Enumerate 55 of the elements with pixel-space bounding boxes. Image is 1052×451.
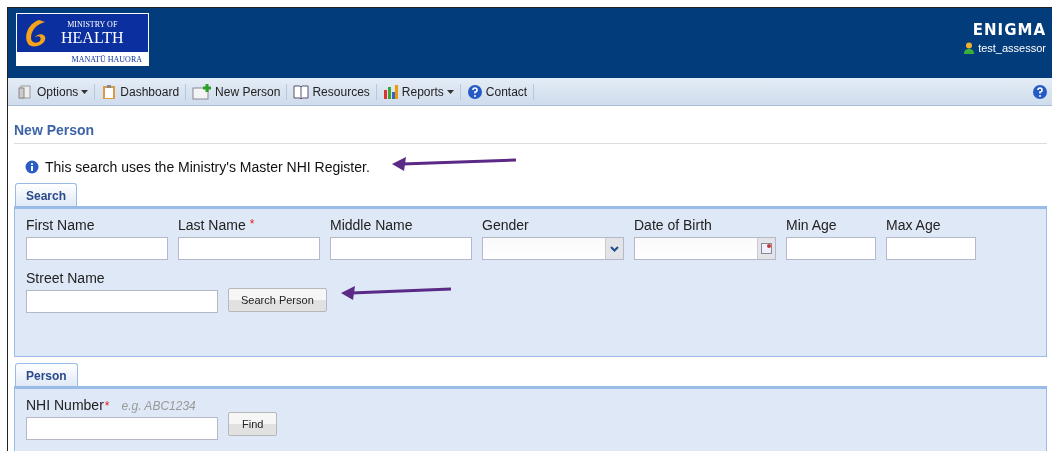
gender-select[interactable]	[482, 237, 624, 260]
toolbar-label: Resources	[312, 84, 370, 99]
bar-chart-icon	[382, 83, 399, 100]
chevron-down-icon	[610, 245, 619, 252]
user-icon	[964, 42, 975, 54]
field-label: Last Name	[178, 217, 246, 233]
required-mark: *	[104, 399, 110, 413]
toolbar-button[interactable]: Dashboard	[95, 83, 187, 100]
field-label: NHI Number	[26, 397, 104, 413]
text-field[interactable]	[26, 237, 168, 260]
text-field[interactable]	[886, 237, 976, 260]
text-field[interactable]	[330, 237, 472, 260]
add-card-icon	[192, 83, 213, 100]
toolbar-button[interactable]: Contact	[460, 83, 535, 100]
field-label: Min Age	[786, 217, 837, 233]
text-field[interactable]	[26, 290, 218, 313]
toolbar-button[interactable]: Reports	[376, 83, 461, 100]
help-icon	[466, 83, 483, 100]
person-tab[interactable]: Person	[15, 363, 78, 386]
text-field[interactable]	[178, 237, 320, 260]
toolbar-label: Reports	[401, 84, 444, 99]
username[interactable]: test_assessor	[978, 42, 1046, 54]
page-title: New Person	[14, 106, 1047, 144]
field-label: Max Age	[886, 217, 941, 233]
logo-text: HEALTH	[61, 30, 124, 46]
toolbar-button[interactable]: New Person	[186, 83, 288, 100]
search-tab[interactable]: Search	[15, 183, 78, 206]
book-icon	[293, 83, 310, 100]
field-label: Gender	[482, 217, 529, 233]
field-label: Middle Name	[330, 217, 413, 233]
field-label: Date of Birth	[634, 217, 712, 233]
date-field[interactable]	[634, 237, 776, 260]
logo-text: MINISTRY OF	[67, 20, 118, 30]
clipboard-icon	[101, 83, 118, 100]
info-icon	[25, 160, 39, 174]
document-icon	[18, 83, 34, 100]
required-mark: *	[249, 217, 255, 233]
info-message: This search uses the Ministry's Master NHI Register.	[45, 159, 370, 175]
toolbar-label: Options	[37, 84, 79, 99]
help-icon[interactable]	[1032, 83, 1048, 100]
text-field[interactable]	[786, 237, 876, 260]
search-person-button[interactable]: Search Person	[228, 288, 327, 312]
field-label: First Name	[26, 217, 95, 233]
toolbar-label: New Person	[215, 84, 281, 99]
field-hint: e.g. ABC1234	[121, 399, 196, 413]
toolbar-button[interactable]: Resources	[287, 83, 377, 100]
toolbar-button[interactable]: Options	[12, 83, 96, 100]
logo-text: MANATŪ HAUORA	[71, 55, 142, 64]
calendar-icon	[761, 243, 772, 254]
toolbar-label: Contact	[485, 84, 528, 99]
toolbar-label: Dashboard	[120, 84, 180, 99]
field-label: Street Name	[26, 270, 106, 286]
nhi-number-field[interactable]	[26, 417, 218, 440]
brand-logo: ENIGMA	[972, 21, 1046, 39]
find-button[interactable]: Find	[228, 412, 278, 436]
